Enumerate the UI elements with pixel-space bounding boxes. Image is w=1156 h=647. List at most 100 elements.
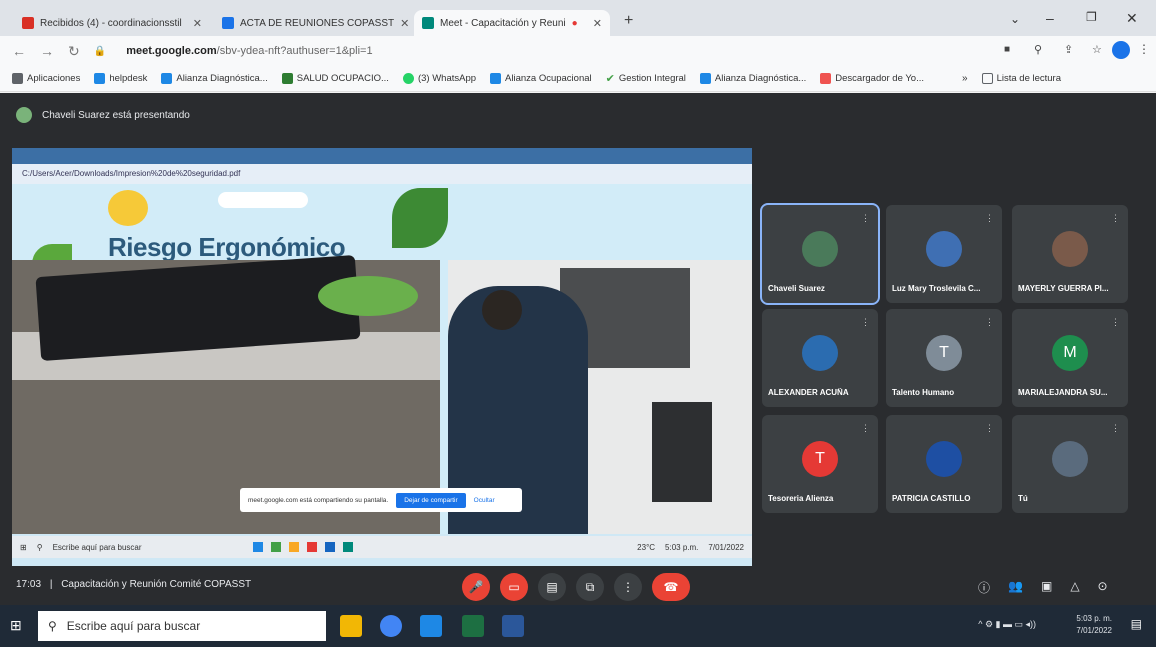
bookmark-label: Descargador de Yo... xyxy=(835,73,925,84)
bookmark-label: Alianza Diagnóstica... xyxy=(714,73,807,84)
participant-tile[interactable]: Luz Mary Troslevila C... ⋮ xyxy=(886,205,1002,303)
bookmark-helpdesk[interactable]: helpdesk xyxy=(94,73,147,84)
bookmark-alianza-diag-2[interactable]: Alianza Diagnóstica... xyxy=(699,73,807,84)
windows-taskbar: ⊞ ⚲ Escribe aquí para buscar ^ ⚙ ▮ ▬ ▭ ◂… xyxy=(0,605,1156,647)
participant-options-icon[interactable]: ⋮ xyxy=(1111,213,1120,224)
share-icon[interactable]: ⇪ xyxy=(1064,43,1073,56)
participant-tile[interactable]: PATRICIA CASTILLO ⋮ xyxy=(886,415,1002,513)
new-tab-icon[interactable]: + xyxy=(624,12,633,30)
app-icon xyxy=(288,542,299,552)
info-icon[interactable]: ⓘ xyxy=(978,579,990,596)
url-field[interactable]: meet.google.com/sbv-ydea-nft?authuser=1&… xyxy=(126,45,372,57)
zoom-icon[interactable]: ⚲ xyxy=(1034,43,1042,56)
leaf-decoration xyxy=(392,188,448,248)
toast-text: meet.google.com está compartiendo su pan… xyxy=(248,496,389,504)
forward-icon[interactable]: → xyxy=(40,43,54,59)
profile-avatar[interactable] xyxy=(1112,41,1130,59)
bookmark-whatsapp[interactable]: (3) WhatsApp xyxy=(402,73,476,84)
camera-in-use-icon[interactable]: ■ xyxy=(1004,44,1010,55)
tab-title: Meet - Capacitación y Reuni xyxy=(440,17,566,29)
bookmark-gestion-integral[interactable]: ✔ Gestion Integral xyxy=(606,72,686,85)
participant-options-icon[interactable]: ⋮ xyxy=(985,423,994,434)
tab-meet[interactable]: Meet - Capacitación y Reuni ● ✕ xyxy=(414,10,610,36)
participant-tile[interactable]: Tú ⋮ xyxy=(1012,415,1128,513)
browser-tab-bar: Recibidos (4) - coordinacionsstil ✕ ACTA… xyxy=(0,0,1156,36)
shared-address: C:/Users/Acer/Downloads/Impresion%20de%2… xyxy=(12,164,752,184)
camera-off-button[interactable]: ▭ xyxy=(500,573,528,601)
present-button[interactable]: ⧉ xyxy=(576,573,604,601)
edge-icon[interactable] xyxy=(420,615,442,637)
participant-name: MARIALEJANDRA SU... xyxy=(1018,388,1108,397)
people-icon[interactable]: 👥 xyxy=(1008,579,1023,596)
stop-sharing-button[interactable]: Dejar de compartir xyxy=(396,492,466,508)
participant-tile[interactable]: MAYERLY GUERRA Pl... ⋮ xyxy=(1012,205,1128,303)
shared-screen[interactable]: C:/Users/Acer/Downloads/Impresion%20de%2… xyxy=(12,148,752,566)
word-icon[interactable] xyxy=(502,615,524,637)
participant-tile[interactable]: T Tesoreria Alienza ⋮ xyxy=(762,415,878,513)
file-explorer-icon[interactable] xyxy=(340,615,362,637)
tab-drive[interactable]: ACTA DE REUNIONES COPASST ✕ xyxy=(214,10,410,36)
second-monitor-image xyxy=(652,402,712,502)
bookmark-lista-lectura[interactable]: Lista de lectura xyxy=(981,73,1061,84)
bookmark-aplicaciones[interactable]: Aplicaciones xyxy=(12,73,80,84)
chat-icon[interactable]: ▣ xyxy=(1041,579,1052,596)
participant-options-icon[interactable]: ⋮ xyxy=(861,213,870,224)
link-icon xyxy=(490,73,502,84)
participant-name: Luz Mary Troslevila C... xyxy=(892,284,981,293)
tab-title: ACTA DE REUNIONES COPASST xyxy=(240,17,395,29)
participant-tile[interactable]: T Talento Humano ⋮ xyxy=(886,309,1002,407)
participant-tile[interactable]: Chaveli Suarez ⋮ xyxy=(760,203,880,305)
back-icon[interactable]: ← xyxy=(12,43,26,59)
participant-options-icon[interactable]: ⋮ xyxy=(861,317,870,328)
reload-icon[interactable]: ↻ xyxy=(68,43,80,60)
app-icon xyxy=(270,542,281,552)
mic-off-button[interactable]: 🎤 xyxy=(462,573,490,601)
bookmark-salud-ocupacional[interactable]: SALUD OCUPACIO... xyxy=(281,73,389,84)
participant-options-icon[interactable]: ⋮ xyxy=(1111,423,1120,434)
window-close-icon[interactable]: ✕ xyxy=(1126,10,1138,27)
participant-options-icon[interactable]: ⋮ xyxy=(1111,317,1120,328)
tab-gmail[interactable]: Recibidos (4) - coordinacionsstil ✕ xyxy=(14,10,210,36)
excel-icon[interactable] xyxy=(462,615,484,637)
participant-options-icon[interactable]: ⋮ xyxy=(985,317,994,328)
system-tray[interactable]: ^ ⚙ ▮ ▬ ▭ ◂)) xyxy=(978,619,1036,630)
menu-icon[interactable]: ⋮ xyxy=(1138,42,1150,56)
url-host: meet.google.com xyxy=(126,45,217,57)
tab-search-icon[interactable]: ⌄ xyxy=(1010,12,1020,26)
captions-button[interactable]: ▤ xyxy=(538,573,566,601)
hide-button[interactable]: Ocultar xyxy=(474,497,495,504)
participant-options-icon[interactable]: ⋮ xyxy=(861,423,870,434)
shared-clock-date: 7/01/2022 xyxy=(708,542,744,552)
bookmark-star-icon[interactable]: ☆ xyxy=(1092,43,1102,56)
close-icon[interactable]: ✕ xyxy=(400,17,409,30)
chrome-icon[interactable] xyxy=(380,615,402,637)
host-controls-icon[interactable]: ⊙ xyxy=(1098,579,1108,596)
participant-tile[interactable]: ALEXANDER ACUÑA ⋮ xyxy=(762,309,878,407)
cloud-decoration xyxy=(218,192,308,208)
link-icon xyxy=(699,73,711,84)
app-icon xyxy=(324,542,335,552)
participant-tile[interactable]: M MARIALEJANDRA SU... ⋮ xyxy=(1012,309,1128,407)
more-bookmarks-icon[interactable]: » xyxy=(962,73,968,84)
minimize-icon[interactable]: – xyxy=(1046,10,1054,26)
taskbar-clock[interactable]: 5:03 p. m. 7/01/2022 xyxy=(1076,613,1112,637)
close-icon[interactable]: ✕ xyxy=(593,17,602,30)
taskbar-search[interactable]: ⚲ Escribe aquí para buscar xyxy=(38,611,326,641)
restore-icon[interactable]: ❐ xyxy=(1086,10,1097,24)
bookmark-label: Gestion Integral xyxy=(618,73,686,84)
hang-up-button[interactable]: ☎ xyxy=(652,573,690,601)
participant-name: Talento Humano xyxy=(892,388,955,397)
shared-taskbar: ⊞ ⚲ Escribe aquí para buscar 23°C 5:03 p… xyxy=(12,536,752,558)
more-options-button[interactable]: ⋮ xyxy=(614,573,642,601)
notifications-icon[interactable]: ▤ xyxy=(1131,617,1142,631)
bookmarks-bar: Aplicaciones helpdesk Alianza Diagnóstic… xyxy=(0,66,1156,92)
download-icon xyxy=(820,73,832,84)
bookmark-alianza-ocupacional[interactable]: Alianza Ocupacional xyxy=(490,73,592,84)
windows-start-icon[interactable]: ⊞ xyxy=(10,617,22,634)
bookmark-descargador[interactable]: Descargador de Yo... xyxy=(820,73,924,84)
participant-avatar: M xyxy=(1052,335,1088,371)
bookmark-alianza-diag-1[interactable]: Alianza Diagnóstica... xyxy=(161,73,268,84)
participant-options-icon[interactable]: ⋮ xyxy=(985,213,994,224)
activities-icon[interactable]: △ xyxy=(1070,579,1079,596)
close-icon[interactable]: ✕ xyxy=(193,17,202,30)
